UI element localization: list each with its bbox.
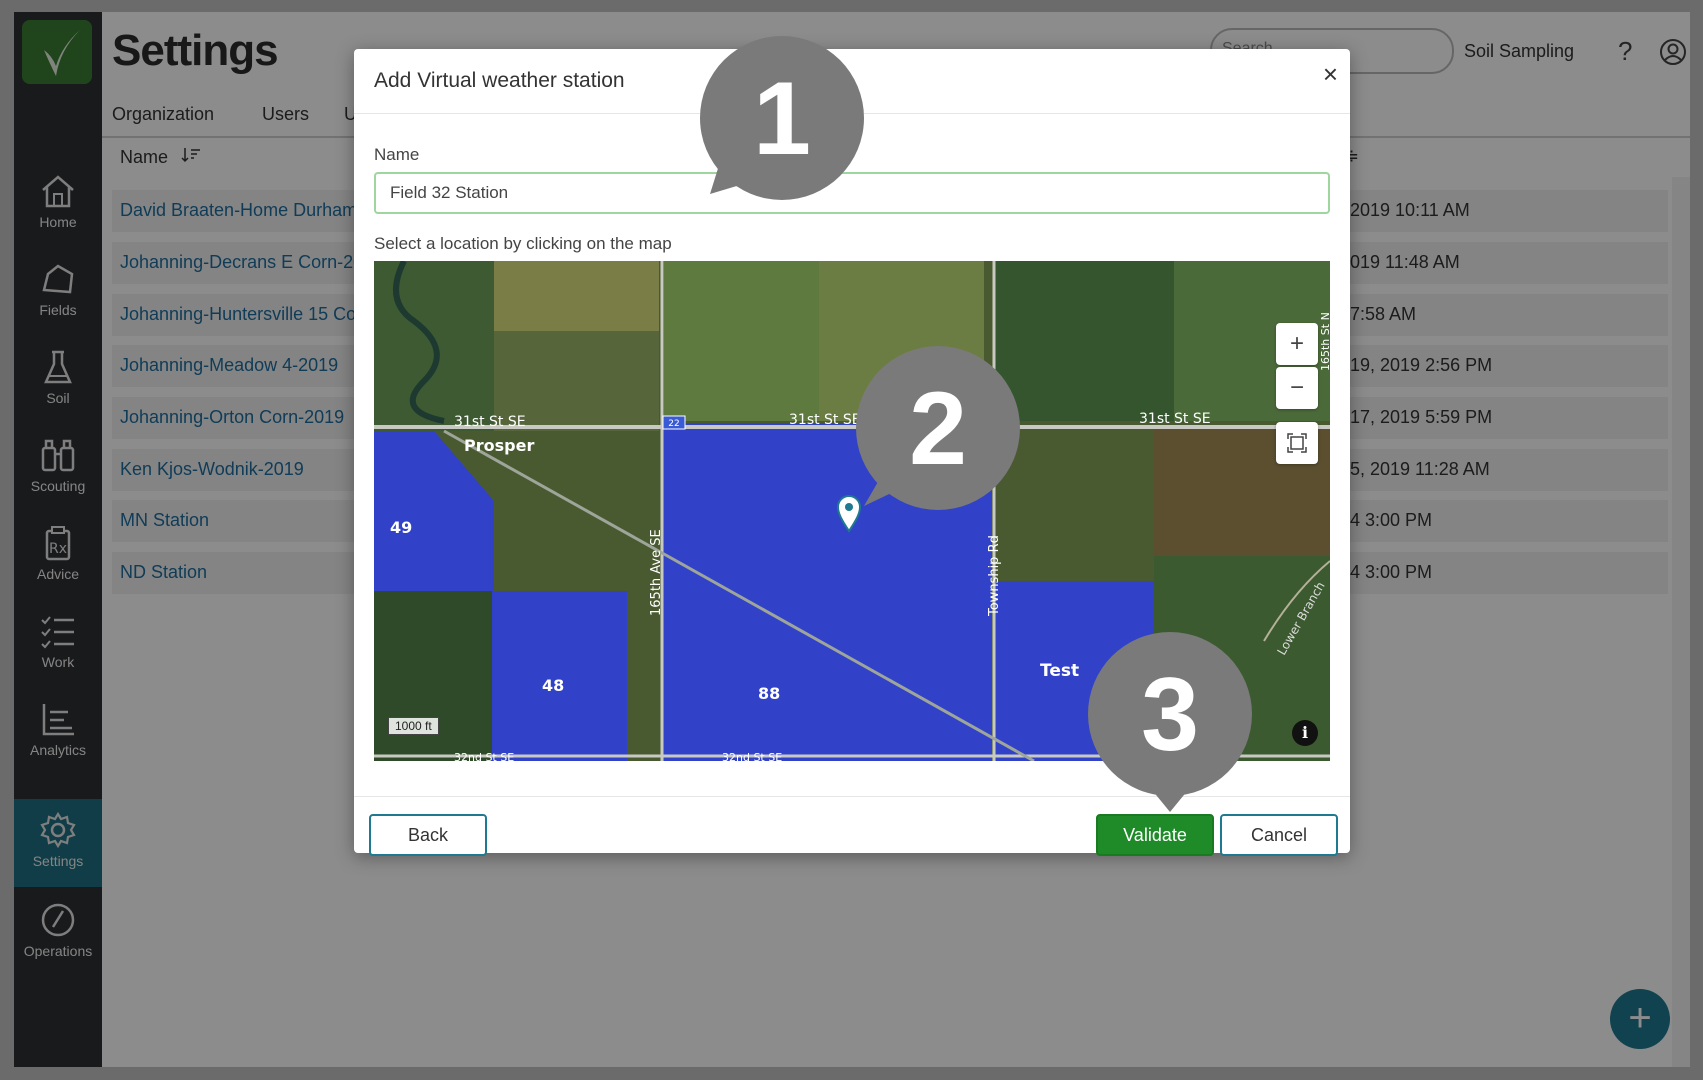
road-label: Township Rd [987, 535, 1002, 617]
map-info-icon[interactable]: i [1292, 720, 1318, 746]
road-label: 31st St SE [1139, 411, 1211, 427]
map-scale: 1000 ft [388, 717, 439, 735]
map-instruction: Select a location by clicking on the map [374, 234, 672, 253]
callout-number: 3 [1141, 657, 1199, 773]
field-label[interactable]: 49 [390, 518, 412, 537]
zoom-in-button[interactable]: + [1276, 323, 1318, 365]
road-label: 165th St N [1319, 312, 1330, 371]
callout-number: 2 [909, 371, 967, 487]
fit-bounds-button[interactable] [1276, 422, 1318, 464]
back-button[interactable]: Back [369, 814, 487, 856]
field-label[interactable]: 88 [758, 684, 780, 703]
step-callout-3: 3 [1088, 632, 1252, 812]
close-icon[interactable]: × [1323, 59, 1338, 90]
name-label: Name [374, 145, 420, 164]
route-shield: 22 [668, 419, 679, 429]
road-label: 32nd St SE [722, 751, 782, 761]
validate-button[interactable]: Validate [1096, 814, 1214, 856]
zoom-out-button[interactable]: − [1276, 367, 1318, 409]
dialog-title: Add Virtual weather station [374, 69, 625, 92]
app-window: Home Fields Soil Scouting Rx Advice Work… [14, 12, 1690, 1067]
fit-extent-icon [1287, 433, 1307, 453]
step-callout-1: 1 [700, 36, 864, 200]
town-label: Prosper [464, 436, 534, 455]
callout-number: 1 [753, 61, 811, 177]
cancel-button[interactable]: Cancel [1220, 814, 1338, 856]
road-label: 32nd St SE [454, 751, 514, 761]
road-label: 31st St SE [454, 414, 526, 430]
road-label: 165th Ave SE [649, 529, 664, 616]
step-callout-2: 2 [856, 346, 1020, 510]
field-label[interactable]: 48 [542, 676, 564, 695]
